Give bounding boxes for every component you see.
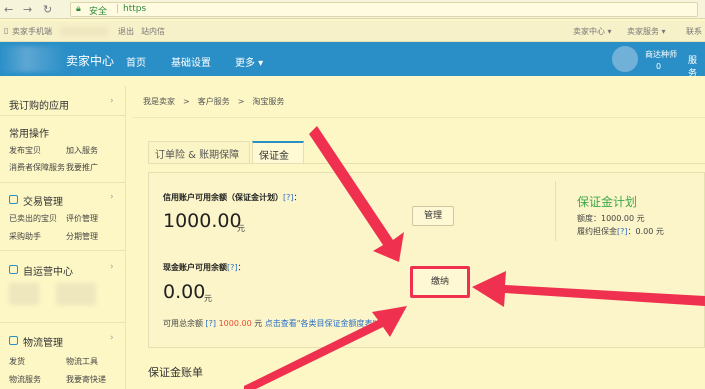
annotation-arrow-top xyxy=(309,126,404,262)
annotation-arrow-right xyxy=(472,271,705,307)
annotation-arrow-bottom xyxy=(244,306,407,389)
annotation-overlay xyxy=(244,126,705,389)
